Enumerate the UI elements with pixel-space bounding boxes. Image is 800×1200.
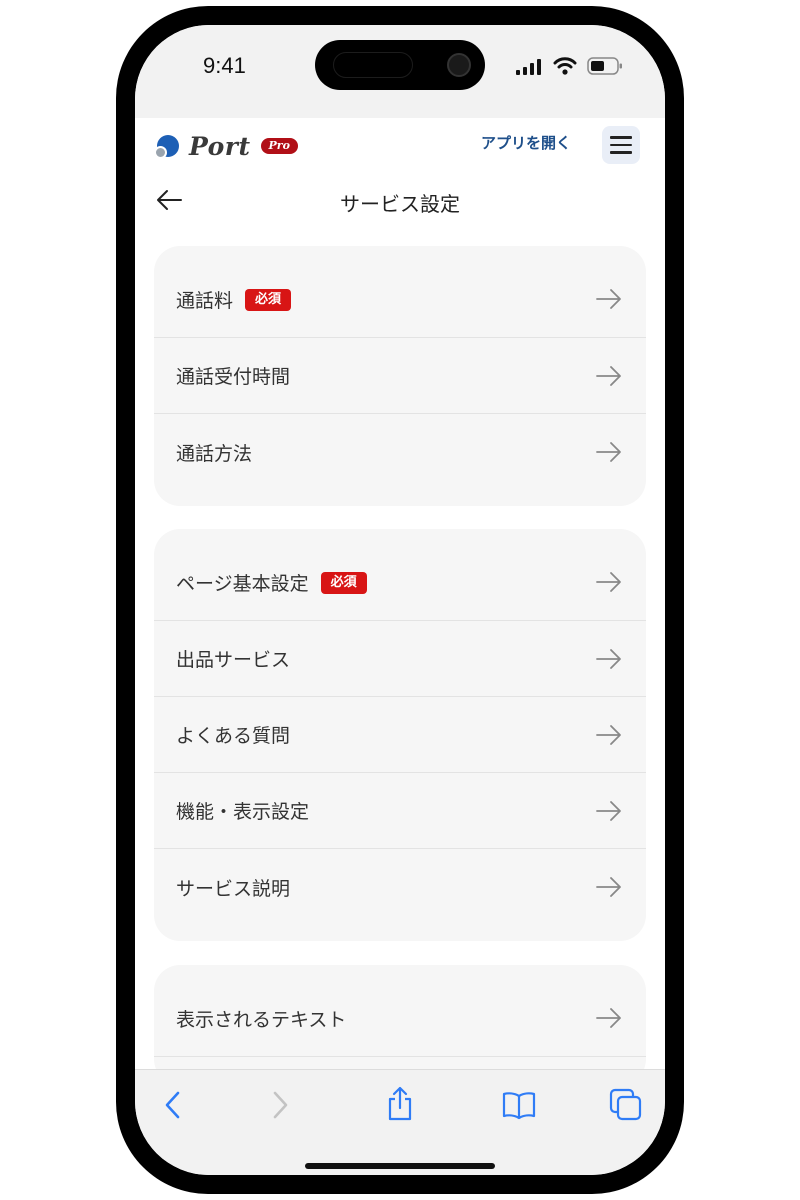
tabs-icon[interactable] xyxy=(609,1088,643,1122)
list-item-call-method[interactable]: 通話方法 xyxy=(154,414,646,490)
nav-bar: サービス設定 xyxy=(135,174,665,230)
screen: 9:41 Port Pro アプリを開く サービス設定 通話料 必須 通話受付時… xyxy=(135,25,665,1175)
page-title: サービス設定 xyxy=(340,192,460,216)
list-item-listed-services[interactable]: 出品サービス xyxy=(154,621,646,697)
arrow-right-icon xyxy=(596,289,621,309)
open-app-link[interactable]: アプリを開く xyxy=(481,132,571,153)
wifi-icon xyxy=(553,57,577,75)
item-label: 表示されるテキスト xyxy=(176,1009,347,1031)
home-indicator xyxy=(305,1163,495,1169)
back-arrow-icon[interactable] xyxy=(155,188,183,212)
item-label: 機能・表示設定 xyxy=(176,801,310,823)
port-logo[interactable]: Port Pro xyxy=(154,130,298,162)
list-item-displayed-text[interactable]: 表示されるテキスト xyxy=(154,965,646,1057)
arrow-right-icon xyxy=(596,801,621,821)
menu-line xyxy=(610,136,632,139)
list-item-call-hours[interactable]: 通話受付時間 xyxy=(154,338,646,414)
arrow-right-icon xyxy=(596,1008,621,1028)
bookmarks-icon[interactable] xyxy=(502,1090,536,1120)
island-sensor xyxy=(333,52,413,78)
browser-toolbar xyxy=(135,1069,665,1175)
menu-line xyxy=(610,143,632,147)
dynamic-island xyxy=(315,40,485,90)
item-label: 通話方法 xyxy=(176,442,253,465)
item-label: ページ基本設定 xyxy=(176,573,309,595)
list-item-call-fee[interactable]: 通話料 必須 xyxy=(154,246,646,338)
app-header: Port Pro アプリを開く xyxy=(135,118,665,174)
list-item-faq[interactable]: よくある質問 xyxy=(154,697,646,773)
item-label: よくある質問 xyxy=(176,725,291,747)
list-item-service-description[interactable]: サービス説明 xyxy=(154,849,646,925)
arrow-right-icon xyxy=(596,572,621,592)
logo-text: Port xyxy=(189,131,251,161)
arrow-right-icon xyxy=(596,725,621,745)
status-bar: 9:41 xyxy=(135,25,665,118)
required-badge: 必須 xyxy=(320,571,367,594)
share-icon[interactable] xyxy=(385,1086,415,1122)
arrow-right-icon xyxy=(596,649,621,669)
list-item-page-basic-settings[interactable]: ページ基本設定 必須 xyxy=(154,529,646,621)
menu-line xyxy=(610,151,632,154)
list-item-feature-display-settings[interactable]: 機能・表示設定 xyxy=(154,773,646,849)
item-label: 通話料 xyxy=(176,290,234,312)
camera-icon xyxy=(447,53,471,77)
logo-mark-icon xyxy=(154,135,179,159)
settings-section-call: 通話料 必須 通話受付時間 通話方法 xyxy=(154,246,646,506)
arrow-right-icon xyxy=(596,442,621,462)
item-label: サービス説明 xyxy=(176,877,291,900)
arrow-right-icon xyxy=(596,877,621,897)
battery-icon xyxy=(587,57,622,75)
item-label: 出品サービス xyxy=(176,649,291,671)
status-time: 9:41 xyxy=(203,53,246,78)
required-badge: 必須 xyxy=(245,288,292,311)
forward-icon[interactable] xyxy=(268,1090,292,1120)
settings-section-text: 表示されるテキスト xyxy=(154,965,646,1085)
phone-frame: 9:41 Port Pro アプリを開く サービス設定 通話料 必須 通話受付時… xyxy=(116,6,684,1194)
arrow-right-icon xyxy=(596,366,621,386)
settings-section-page: ページ基本設定 必須 出品サービス よくある質問 機能・表示設定 サービス説明 xyxy=(154,529,646,941)
hamburger-menu-button[interactable] xyxy=(602,126,640,164)
item-label: 通話受付時間 xyxy=(176,366,291,388)
signal-icon xyxy=(516,59,541,75)
back-icon[interactable] xyxy=(161,1090,185,1120)
logo-pro-badge: Pro xyxy=(260,138,298,154)
